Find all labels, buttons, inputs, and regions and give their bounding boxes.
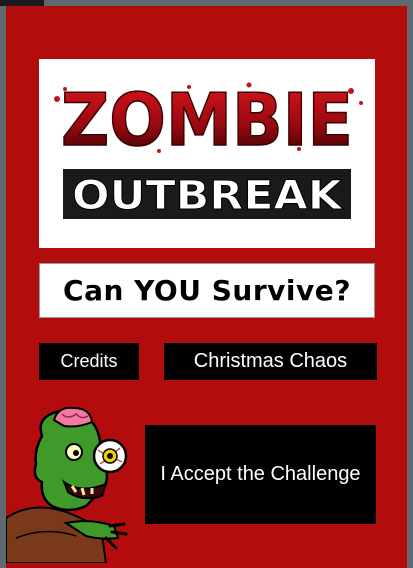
logo-line1: ZOMBIE — [61, 78, 353, 162]
window-corner — [0, 0, 44, 6]
logo-line2: OUTBREAK — [72, 173, 344, 219]
tagline: Can YOU Survive? — [39, 263, 375, 318]
game-logo: ZOMBIE OUTBREAK — [39, 59, 375, 248]
logo-graphic: ZOMBIE OUTBREAK — [54, 77, 363, 220]
credits-button[interactable]: Credits — [39, 343, 139, 380]
accept-challenge-button[interactable]: I Accept the Challenge — [145, 425, 376, 524]
zombie-mascot-icon — [6, 406, 128, 563]
christmas-chaos-button[interactable]: Christmas Chaos — [164, 343, 377, 380]
